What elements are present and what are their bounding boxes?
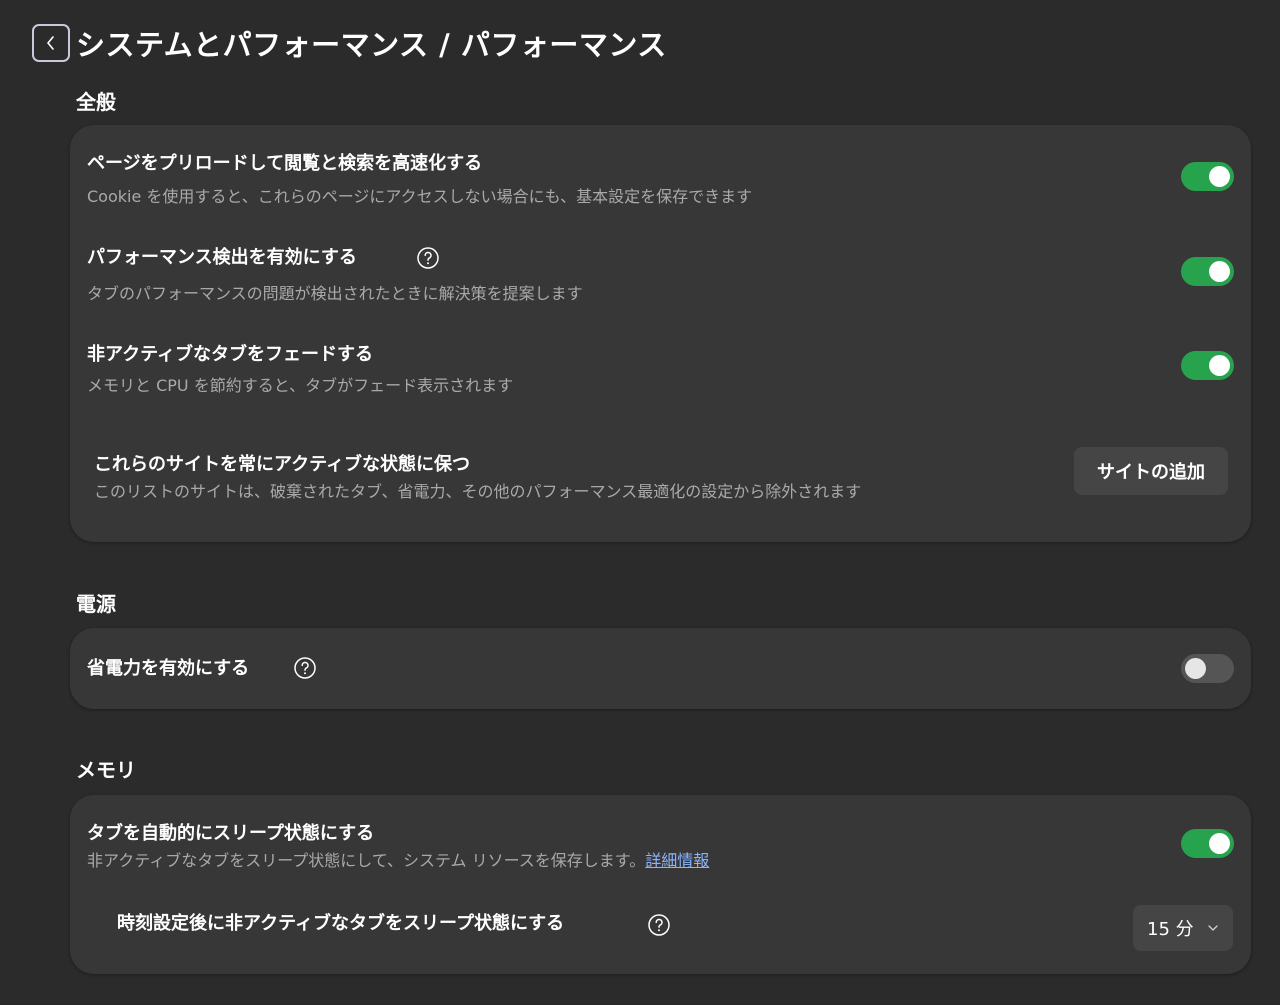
section-title-general: 全般 bbox=[76, 90, 116, 114]
sleep-after-title: 時刻設定後に非アクティブなタブをスリープ状態にする bbox=[117, 913, 565, 934]
toggle-knob bbox=[1185, 658, 1206, 679]
sleeping-tabs-description: 非アクティブなタブをスリープ状態にして、システム リソースを保存します。詳細情報 bbox=[87, 847, 709, 871]
help-circle-icon[interactable] bbox=[293, 656, 317, 680]
section-title-power: 電源 bbox=[76, 592, 116, 616]
performance-detection-toggle[interactable] bbox=[1181, 257, 1234, 286]
general-settings-card: ページをプリロードして閲覧と検索を高速化する Cookie を使用すると、これら… bbox=[70, 125, 1251, 542]
toggle-knob bbox=[1209, 261, 1230, 282]
fade-tabs-title: 非アクティブなタブをフェードする bbox=[87, 344, 374, 365]
help-circle-icon[interactable] bbox=[647, 913, 671, 937]
always-active-sites-description: このリストのサイトは、破棄されたタブ、省電力、その他のパフォーマンス最適化の設定… bbox=[94, 482, 862, 501]
sleep-after-select[interactable]: 15 分 bbox=[1133, 905, 1233, 951]
fade-tabs-toggle[interactable] bbox=[1181, 351, 1234, 380]
toggle-knob bbox=[1209, 166, 1230, 187]
sleeping-tabs-description-text: 非アクティブなタブをスリープ状態にして、システム リソースを保存します。 bbox=[87, 851, 646, 870]
sleeping-tabs-toggle[interactable] bbox=[1181, 829, 1234, 858]
sleeping-tabs-title: タブを自動的にスリープ状態にする bbox=[87, 823, 375, 844]
toggle-knob bbox=[1209, 833, 1230, 854]
preload-toggle[interactable] bbox=[1181, 162, 1234, 191]
chevron-left-icon bbox=[47, 36, 54, 50]
fade-tabs-description: メモリと CPU を節約すると、タブがフェード表示されます bbox=[87, 376, 514, 395]
always-active-sites-title: これらのサイトを常にアクティブな状態に保つ bbox=[94, 454, 471, 475]
add-site-button[interactable]: サイトの追加 bbox=[1074, 447, 1228, 495]
learn-more-link[interactable]: 詳細情報 bbox=[645, 851, 709, 870]
section-title-memory: メモリ bbox=[76, 758, 136, 782]
chevron-down-icon bbox=[1208, 925, 1218, 931]
performance-detection-description: タブのパフォーマンスの問題が検出されたときに解決策を提案します bbox=[87, 284, 583, 303]
preload-description: Cookie を使用すると、これらのページにアクセスしない場合にも、基本設定を保… bbox=[87, 187, 753, 206]
performance-settings-page: システムとパフォーマンス / パフォーマンス 全般 ページをプリロードして閲覧と… bbox=[0, 0, 1280, 1005]
preload-title: ページをプリロードして閲覧と検索を高速化する bbox=[87, 153, 483, 174]
power-saver-toggle[interactable] bbox=[1181, 654, 1234, 683]
power-saver-title: 省電力を有効にする bbox=[87, 658, 250, 679]
performance-detection-title: パフォーマンス検出を有効にする bbox=[87, 247, 357, 268]
power-settings-card: 省電力を有効にする bbox=[70, 628, 1251, 709]
toggle-knob bbox=[1209, 355, 1230, 376]
page-header: システムとパフォーマンス / パフォーマンス bbox=[32, 22, 667, 64]
memory-settings-card: タブを自動的にスリープ状態にする 非アクティブなタブをスリープ状態にして、システ… bbox=[70, 795, 1251, 974]
back-button[interactable] bbox=[32, 24, 70, 62]
sleep-after-selected-value: 15 分 bbox=[1147, 919, 1194, 940]
page-title: システムとパフォーマンス / パフォーマンス bbox=[76, 28, 667, 62]
help-circle-icon[interactable] bbox=[416, 246, 440, 270]
